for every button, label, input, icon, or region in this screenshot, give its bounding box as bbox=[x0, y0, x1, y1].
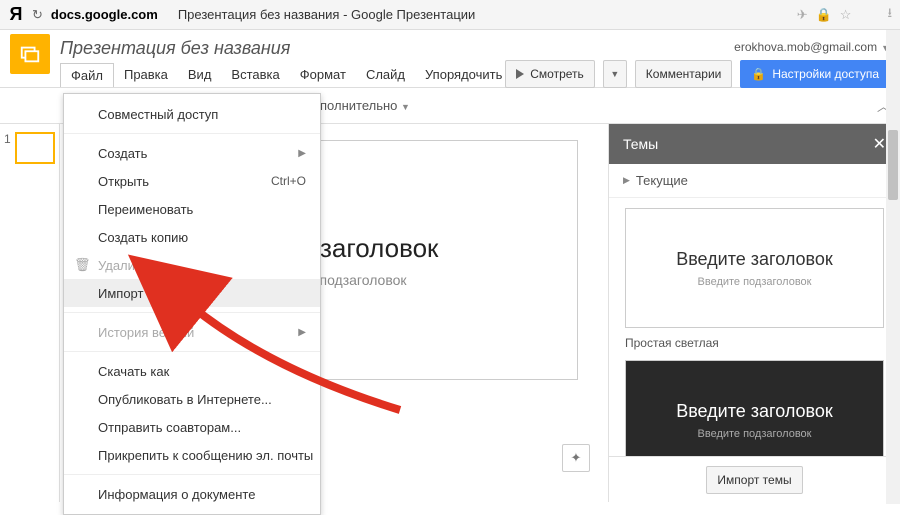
rocket-icon[interactable]: ✈ bbox=[797, 7, 808, 23]
download-icon[interactable]: ⭳ bbox=[887, 4, 892, 26]
menu-open-label: Открыть bbox=[98, 174, 149, 189]
menu-attach-email[interactable]: Прикрепить к сообщению эл. почты bbox=[64, 441, 320, 469]
menu-import-slides[interactable]: Импорт слайдов... bbox=[64, 279, 320, 307]
theme-card-title: Введите заголовок bbox=[676, 249, 833, 270]
url-text[interactable]: docs.google.com bbox=[51, 7, 158, 22]
menu-rename[interactable]: Переименовать bbox=[64, 195, 320, 223]
chevron-down-icon: ▼ bbox=[610, 69, 619, 79]
reload-icon[interactable]: ↻ bbox=[32, 7, 43, 23]
menu-open[interactable]: Открыть Ctrl+O bbox=[64, 167, 320, 195]
menu-view[interactable]: Вид bbox=[178, 63, 222, 87]
present-button[interactable]: Смотреть bbox=[505, 60, 595, 88]
comments-button[interactable]: Комментарии bbox=[635, 60, 733, 88]
menu-make-copy[interactable]: Создать копию bbox=[64, 223, 320, 251]
header-right-actions: erokhova.mob@gmail.com▼ Смотреть ▼ Комме… bbox=[505, 40, 890, 88]
explore-button[interactable]: ✦ bbox=[562, 444, 590, 472]
present-dropdown[interactable]: ▼ bbox=[603, 60, 627, 88]
menu-share[interactable]: Совместный доступ bbox=[64, 100, 320, 128]
menu-download-as[interactable]: Скачать как ▶ bbox=[64, 357, 320, 385]
bookmark-icon[interactable]: ☆ bbox=[840, 7, 852, 23]
themes-current-label: Текущие bbox=[636, 173, 688, 188]
slide-thumbnail-1[interactable] bbox=[15, 132, 55, 164]
lock-icon: 🔒 bbox=[751, 67, 766, 81]
menu-version-history: История версий ▶ bbox=[64, 318, 320, 346]
user-email[interactable]: erokhova.mob@gmail.com▼ bbox=[505, 40, 890, 54]
menu-publish[interactable]: Опубликовать в Интернете... bbox=[64, 385, 320, 413]
explore-icon: ✦ bbox=[571, 450, 582, 466]
themes-current-toggle[interactable]: ▶ Текущие bbox=[609, 164, 900, 198]
theme-card-title: Введите заголовок bbox=[676, 401, 833, 422]
yandex-favicon: Я bbox=[8, 7, 24, 23]
theme-card-subtitle: Введите подзаголовок bbox=[698, 276, 812, 288]
themes-panel-title: Темы bbox=[623, 136, 658, 152]
slide-thumb-number: 1 bbox=[4, 132, 11, 164]
menu-file[interactable]: Файл bbox=[60, 63, 114, 87]
scrollbar-handle[interactable] bbox=[888, 130, 898, 200]
theme-name-simple-light: Простая светлая bbox=[625, 336, 884, 350]
theme-card-subtitle: Введите подзаголовок bbox=[698, 428, 812, 440]
menu-create[interactable]: Создать ▶ bbox=[64, 139, 320, 167]
page-title-text: Презентация без названия - Google Презен… bbox=[178, 7, 789, 22]
lock-icon[interactable]: 🔒 bbox=[816, 7, 832, 23]
themes-panel-header: Темы ✕ bbox=[609, 124, 900, 164]
menu-edit[interactable]: Правка bbox=[114, 63, 178, 87]
toolbar-more-label[interactable]: полнительно ▼ bbox=[320, 98, 410, 113]
menu-delete-label: Удалить bbox=[98, 258, 148, 273]
menu-insert[interactable]: Вставка bbox=[221, 63, 289, 87]
menu-format[interactable]: Формат bbox=[290, 63, 356, 87]
themes-panel: Темы ✕ ▶ Текущие Введите заголовок Введи… bbox=[608, 124, 900, 502]
import-theme-button[interactable]: Импорт темы bbox=[706, 466, 802, 494]
theme-card-simple-light[interactable]: Введите заголовок Введите подзаголовок bbox=[625, 208, 884, 328]
trash-icon: 🗑 bbox=[74, 257, 91, 273]
slides-app-icon[interactable] bbox=[10, 34, 50, 74]
chevron-right-icon: ▶ bbox=[623, 175, 630, 186]
menu-delete: 🗑 Удалить bbox=[64, 251, 320, 279]
vertical-scrollbar[interactable] bbox=[886, 30, 900, 504]
menu-email-collab[interactable]: Отправить соавторам... bbox=[64, 413, 320, 441]
menu-arrange[interactable]: Упорядочить bbox=[415, 63, 512, 87]
user-email-text: erokhova.mob@gmail.com bbox=[734, 40, 877, 54]
browser-address-bar: Я ↻ docs.google.com Презентация без назв… bbox=[0, 0, 900, 30]
menu-open-shortcut: Ctrl+O bbox=[271, 174, 306, 188]
share-button[interactable]: 🔒 Настройки доступа bbox=[740, 60, 890, 88]
submenu-arrow-icon: ▶ bbox=[298, 148, 306, 159]
submenu-arrow-icon: ▶ bbox=[298, 327, 306, 338]
menu-version-history-label: История версий bbox=[98, 325, 194, 340]
present-button-label: Смотреть bbox=[530, 67, 584, 81]
app-header: Презентация без названия Файл Правка Вид… bbox=[0, 30, 900, 87]
submenu-arrow-icon: ▶ bbox=[298, 366, 306, 377]
menu-slide[interactable]: Слайд bbox=[356, 63, 415, 87]
theme-card-simple-dark[interactable]: Введите заголовок Введите подзаголовок bbox=[625, 360, 884, 456]
close-icon[interactable]: ✕ bbox=[873, 134, 886, 154]
play-icon bbox=[516, 69, 524, 79]
menu-create-label: Создать bbox=[98, 146, 147, 161]
file-menu-dropdown: Совместный доступ Создать ▶ Открыть Ctrl… bbox=[63, 93, 321, 515]
share-button-label: Настройки доступа bbox=[772, 67, 879, 81]
menu-download-as-label: Скачать как bbox=[98, 364, 169, 379]
slide-filmstrip: 1 bbox=[0, 124, 60, 502]
themes-panel-footer: Импорт темы bbox=[609, 456, 900, 502]
